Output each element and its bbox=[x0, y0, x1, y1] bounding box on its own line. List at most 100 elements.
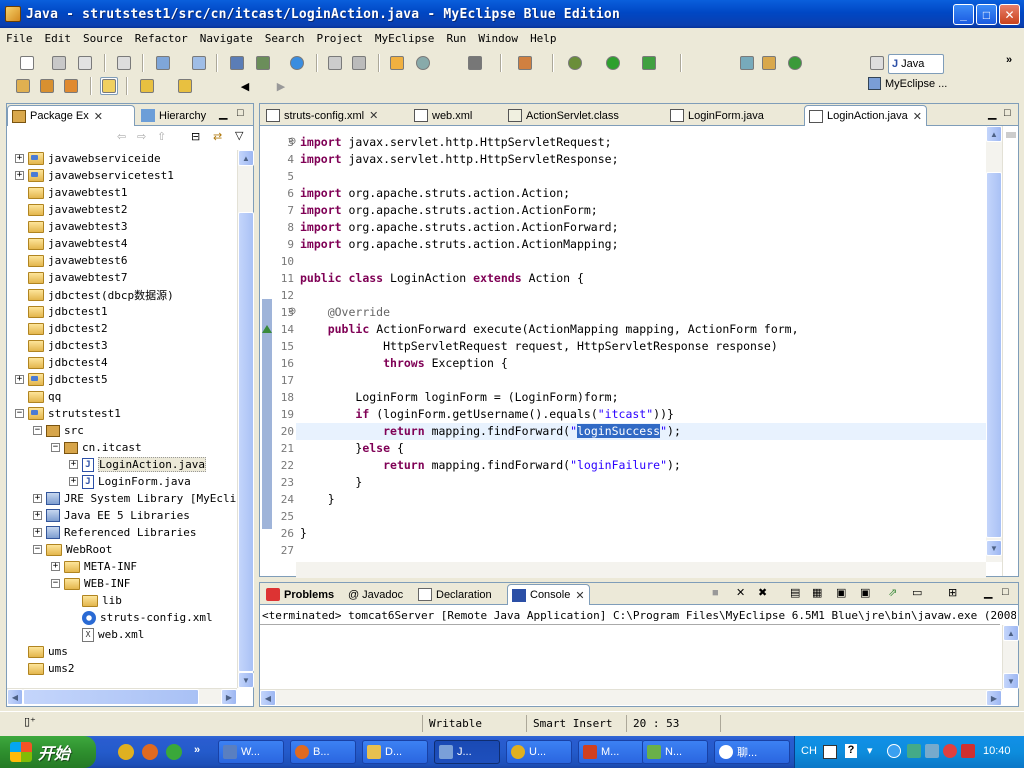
console-scroll-down-icon[interactable]: ▼ bbox=[1003, 673, 1019, 689]
quicklaunch-firefox-icon[interactable] bbox=[142, 744, 158, 760]
scroll-right-icon[interactable]: ▶ bbox=[221, 689, 237, 705]
code-editor[interactable]: import javax.servlet.http.HttpServletReq… bbox=[296, 126, 1001, 576]
expand-toggle-icon[interactable]: − bbox=[33, 545, 42, 554]
forward-arrow-icon[interactable]: ▶ bbox=[272, 77, 290, 95]
console-vertical-scrollbar[interactable]: ▲ ▼ bbox=[1002, 625, 1019, 689]
tree-item[interactable]: struts-config.xml bbox=[69, 609, 213, 626]
tree-item[interactable]: javawebtest3 bbox=[15, 218, 127, 235]
security-icon[interactable] bbox=[961, 744, 975, 758]
expand-toggle-icon[interactable]: + bbox=[15, 171, 24, 180]
tree-item[interactable]: jdbctest3 bbox=[15, 337, 108, 354]
tree-item[interactable]: jdbctest(dbcp数据源) bbox=[15, 286, 174, 303]
tab-javadoc[interactable]: @ Javadoc bbox=[344, 584, 407, 605]
tree-item[interactable]: + J LoginForm.java bbox=[69, 473, 191, 490]
camera-icon[interactable] bbox=[466, 54, 484, 72]
browser-icon[interactable] bbox=[288, 54, 306, 72]
print-icon[interactable] bbox=[76, 54, 94, 72]
quicklaunch-uc-icon[interactable] bbox=[118, 744, 134, 760]
tree-item[interactable]: jdbctest4 bbox=[15, 354, 108, 371]
tree-item[interactable]: − WebRoot bbox=[33, 541, 112, 558]
db-icon[interactable] bbox=[350, 54, 368, 72]
close-button[interactable]: ✕ bbox=[999, 4, 1020, 25]
editor-minimize-icon[interactable]: ▁ bbox=[988, 107, 996, 120]
console-maximize-icon[interactable]: □ bbox=[1002, 586, 1009, 598]
menu-run[interactable]: Run bbox=[440, 32, 472, 45]
taskbar-item-6[interactable]: M... bbox=[578, 740, 644, 764]
tab-console[interactable]: Console ✕ bbox=[507, 584, 590, 605]
external-tools-icon[interactable] bbox=[640, 54, 658, 72]
scroll-down-icon[interactable]: ▼ bbox=[238, 672, 254, 688]
start-button[interactable]: 开始 bbox=[0, 736, 96, 768]
console-horizontal-scrollbar[interactable]: ◀ ▶ bbox=[260, 689, 1002, 706]
maximize-button[interactable]: □ bbox=[976, 4, 997, 25]
explorer-hscroll-thumb[interactable] bbox=[23, 689, 199, 705]
menu-file[interactable]: File bbox=[0, 32, 39, 45]
more-perspectives-button[interactable]: » bbox=[1006, 54, 1012, 66]
expand-toggle-icon[interactable]: − bbox=[15, 409, 24, 418]
input-language[interactable]: CH bbox=[801, 745, 817, 757]
tree-item[interactable]: + J LoginAction.java bbox=[69, 456, 206, 473]
link-icon[interactable] bbox=[62, 77, 80, 95]
remove-all-launches-icon[interactable]: ✖ bbox=[758, 586, 767, 599]
menu-project[interactable]: Project bbox=[310, 32, 368, 45]
fast-view-icon[interactable]: ▯⁺ bbox=[24, 715, 36, 728]
expand-toggle-icon[interactable]: − bbox=[51, 443, 60, 452]
open-console-icon[interactable]: ⊞ bbox=[948, 586, 957, 599]
menu-source[interactable]: Source bbox=[77, 32, 129, 45]
link-with-editor-icon[interactable]: ⇄ bbox=[213, 130, 222, 143]
menu-window[interactable]: Window bbox=[472, 32, 524, 45]
help-icon[interactable]: ? bbox=[845, 744, 857, 758]
keyboard-icon[interactable] bbox=[823, 745, 837, 759]
back-arrow-icon[interactable]: ◀ bbox=[236, 77, 254, 95]
tree-item[interactable]: ums2 bbox=[15, 660, 75, 677]
clock[interactable]: 10:40 bbox=[983, 745, 1011, 757]
editor-vertical-scrollbar[interactable]: ▲ ▼ bbox=[986, 126, 1002, 562]
taskbar-item-2[interactable]: B... bbox=[290, 740, 356, 764]
menu-myeclipse[interactable]: MyEclipse bbox=[369, 32, 441, 45]
minimize-button[interactable]: _ bbox=[953, 4, 974, 25]
expand-toggle-icon[interactable]: + bbox=[51, 562, 60, 571]
menu-navigate[interactable]: Navigate bbox=[194, 32, 259, 45]
uml-icon[interactable] bbox=[388, 54, 406, 72]
scroll-left-icon[interactable]: ◀ bbox=[7, 689, 23, 705]
tree-item[interactable]: jdbctest1 bbox=[15, 303, 108, 320]
menu-search[interactable]: Search bbox=[259, 32, 311, 45]
display-console-icon[interactable]: ▭ bbox=[912, 586, 922, 599]
java-perspective-button[interactable]: J Java bbox=[888, 54, 944, 74]
new-package-icon[interactable] bbox=[760, 54, 778, 72]
editor-tab[interactable]: web.xml bbox=[410, 105, 476, 126]
terminate-icon[interactable]: ■ bbox=[712, 587, 719, 599]
explorer-scroll-thumb[interactable] bbox=[238, 212, 254, 672]
tree-item[interactable]: javawebtest6 bbox=[15, 252, 127, 269]
tab-problems[interactable]: Problems bbox=[262, 584, 338, 605]
collapse-all-icon[interactable]: ⊟ bbox=[191, 130, 200, 143]
expand-toggle-icon[interactable]: + bbox=[33, 494, 42, 503]
wizard-icon[interactable] bbox=[154, 54, 172, 72]
scroll-lock-icon[interactable]: ▦ bbox=[812, 586, 822, 599]
minimize-view-icon[interactable]: ▁ bbox=[219, 107, 227, 120]
menu-refactor[interactable]: Refactor bbox=[129, 32, 194, 45]
mark-occurrences-icon[interactable] bbox=[100, 77, 118, 95]
expand-toggle-icon[interactable]: + bbox=[69, 477, 78, 486]
save-icon[interactable] bbox=[50, 54, 68, 72]
deploy-icon[interactable] bbox=[228, 54, 246, 72]
expand-toggle-icon[interactable]: − bbox=[51, 579, 60, 588]
taskbar-item-5[interactable]: U... bbox=[506, 740, 572, 764]
editor-tab[interactable]: LoginForm.java bbox=[666, 105, 768, 126]
editor-scroll-up-icon[interactable]: ▲ bbox=[986, 126, 1002, 142]
tab-hierarchy[interactable]: Hierarchy bbox=[137, 105, 210, 126]
tab-package-explorer[interactable]: Package Ex ✕ bbox=[7, 105, 135, 126]
tree-item[interactable]: + Referenced Libraries bbox=[33, 524, 196, 541]
tab-declaration[interactable]: Declaration bbox=[414, 584, 496, 605]
tree-item[interactable]: + javawebservicetest1 bbox=[15, 167, 174, 184]
show-on-output-icon[interactable]: ▣ bbox=[836, 586, 846, 599]
quicklaunch-more-icon[interactable]: » bbox=[194, 744, 200, 756]
open-perspective-icon[interactable] bbox=[868, 54, 886, 72]
run-icon[interactable] bbox=[604, 54, 622, 72]
taskbar-item-4[interactable]: J... bbox=[434, 740, 500, 764]
taskbar-item-1[interactable]: W... bbox=[218, 740, 284, 764]
console-minimize-icon[interactable]: ▁ bbox=[984, 586, 992, 599]
tree-item[interactable]: + jdbctest5 bbox=[15, 371, 108, 388]
tray-back-icon[interactable] bbox=[887, 744, 901, 758]
tree-item[interactable]: + JRE System Library [MyEclips bbox=[33, 490, 239, 507]
